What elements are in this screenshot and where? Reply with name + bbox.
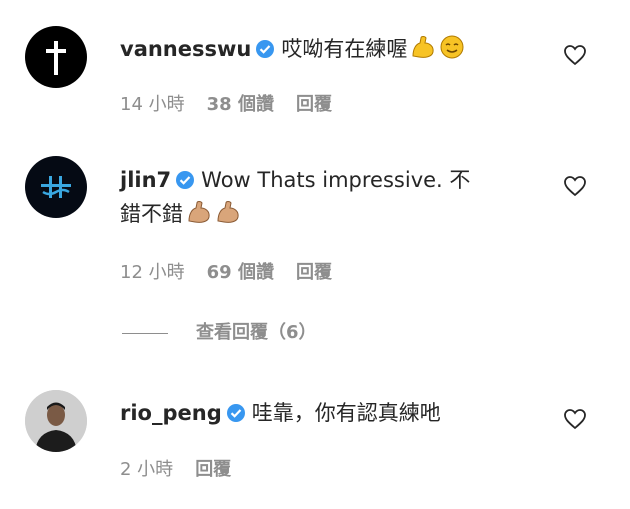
likes-count[interactable]: 69 個讚: [207, 262, 274, 283]
reply-button[interactable]: 回覆: [296, 262, 332, 283]
comment-text: 哎呦有在練喔: [281, 37, 408, 61]
like-heart-icon[interactable]: [563, 44, 587, 66]
reply-button[interactable]: 回覆: [296, 94, 332, 115]
like-heart-icon[interactable]: [563, 175, 587, 197]
likes-count[interactable]: 38 個讚: [207, 94, 274, 115]
comment-text: Wow Thats impressive. 不: [201, 168, 471, 192]
flexed-biceps-icon: [410, 34, 436, 64]
comment-meta: 12 小時 69 個讚 回覆: [120, 258, 354, 284]
username[interactable]: jlin7: [120, 168, 171, 192]
divider-line: [122, 332, 168, 334]
smiling-face-icon: [439, 34, 465, 64]
timestamp: 14 小時: [120, 94, 185, 115]
comment-meta: 14 小時 38 個讚 回覆: [120, 90, 354, 116]
comment-line: vannesswu 哎呦有在練喔: [120, 33, 465, 64]
verified-badge-icon: [175, 170, 195, 194]
timestamp: 12 小時: [120, 262, 185, 283]
jj-logo-icon: [41, 176, 71, 198]
flexed-biceps-icon: [215, 199, 241, 229]
verified-badge-icon: [255, 39, 275, 63]
comment-text: 哇靠，你有認真練吔: [251, 401, 441, 425]
like-heart-icon[interactable]: [563, 408, 587, 430]
avatar[interactable]: [25, 26, 87, 88]
username[interactable]: vannesswu: [120, 37, 251, 61]
reply-button[interactable]: 回覆: [195, 459, 231, 480]
profile-photo-icon: [25, 390, 87, 452]
comment-text-continued: 錯不錯: [120, 202, 183, 226]
avatar[interactable]: [25, 156, 87, 218]
view-replies-button[interactable]: 查看回覆（6）: [122, 318, 317, 344]
avatar[interactable]: [25, 390, 87, 452]
flexed-biceps-icon: [186, 199, 212, 229]
view-replies-label: 查看回覆（6）: [196, 322, 317, 343]
verified-badge-icon: [226, 403, 246, 427]
timestamp: 2 小時: [120, 459, 174, 480]
cross-icon: [46, 41, 66, 75]
comment-line-1: jlin7 Wow Thats impressive. 不: [120, 164, 470, 194]
username[interactable]: rio_peng: [120, 401, 222, 425]
comment-meta: 2 小時 回覆: [120, 455, 253, 481]
comment-line: rio_peng 哇靠，你有認真練吔: [120, 397, 441, 427]
comment-line-2: 錯不錯: [120, 198, 241, 229]
